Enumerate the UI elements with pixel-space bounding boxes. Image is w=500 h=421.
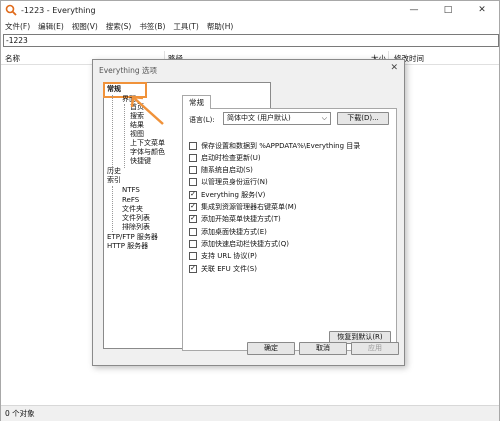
option-row[interactable]: ✓ 集成到资源管理器右键菜单(M) (189, 201, 297, 212)
option-label: 以管理员身份运行(N) (201, 177, 268, 186)
language-value: 简体中文 (用户默认) (227, 114, 291, 122)
menu-bar: 文件(F) 编辑(E) 视图(V) 搜索(S) 书签(B) 工具(T) 帮助(H… (1, 19, 499, 33)
tree-item-results[interactable]: 结果 (130, 121, 144, 130)
option-row[interactable]: ✓ 关联 EFU 文件(S) (189, 263, 257, 274)
everything-app-icon (5, 4, 17, 16)
option-row[interactable]: 支持 URL 协议(P) (189, 250, 257, 261)
option-row[interactable]: 保存设置和数据到 %APPDATA%\Everything 目录 (189, 140, 360, 151)
tree-item-general[interactable]: 常规 (107, 85, 121, 94)
minimize-icon[interactable]: — (397, 1, 431, 19)
checkbox-icon[interactable] (189, 153, 197, 162)
status-bar: 0 个对象 (1, 405, 499, 421)
dialog-footer: 确定 取消 应用 (93, 340, 404, 360)
tree-item-exclude[interactable]: 排除列表 (122, 223, 150, 232)
dialog-close-icon[interactable]: ✕ (390, 63, 398, 73)
tab-body: 语言(L): 简体中文 (用户默认) ⌵ 下载(D)... 保存设置和数据到 %… (182, 108, 397, 351)
tree-item-refs[interactable]: ReFS (122, 196, 139, 205)
option-row[interactable]: ✓ Everything 服务(V) (189, 189, 265, 200)
download-button[interactable]: 下载(D)... (337, 112, 389, 125)
menu-help[interactable]: 帮助(H) (203, 21, 238, 32)
checkbox-icon[interactable] (189, 165, 197, 174)
menu-edit[interactable]: 编辑(E) (34, 21, 68, 32)
option-label: 启动时检查更新(U) (201, 153, 261, 162)
option-label: 随系统自启动(S) (201, 165, 253, 174)
option-label: 添加开始菜单快捷方式(T) (201, 214, 281, 223)
apply-button[interactable]: 应用 (351, 342, 399, 355)
tree-item-home[interactable]: 首页 (130, 103, 144, 112)
option-label: 添加快速启动栏快捷方式(Q) (201, 239, 289, 248)
menu-bookmarks[interactable]: 书签(B) (135, 21, 169, 32)
option-row[interactable]: ✓ 添加开始菜单快捷方式(T) (189, 213, 281, 224)
options-dialog: Everything 选项 ✕ 常规 界面 首页 搜索 结果 视图 上下文菜单 … (92, 59, 405, 366)
checkbox-icon[interactable] (189, 251, 197, 260)
tree-item-etp-server[interactable]: ETP/FTP 服务器 (107, 233, 158, 242)
tree-item-search[interactable]: 搜索 (130, 112, 144, 121)
tree-item-history[interactable]: 历史 (107, 167, 121, 176)
tree-item-http-server[interactable]: HTTP 服务器 (107, 242, 148, 251)
option-label: 保存设置和数据到 %APPDATA%\Everything 目录 (201, 141, 361, 150)
tree-item-folders[interactable]: 文件夹 (122, 205, 143, 214)
dialog-title: Everything 选项 (99, 66, 157, 75)
window-title: -1223 - Everything (21, 5, 96, 15)
close-icon[interactable]: ✕ (465, 1, 499, 19)
tab-general[interactable]: 常规 (182, 95, 211, 109)
tree-item-context-menu[interactable]: 上下文菜单 (130, 139, 165, 148)
menu-search[interactable]: 搜索(S) (102, 21, 136, 32)
menu-file[interactable]: 文件(F) (1, 21, 34, 32)
checkbox-icon[interactable] (189, 177, 197, 186)
tree-item-fonts-colors[interactable]: 字体与颜色 (130, 148, 165, 157)
checkbox-icon[interactable] (189, 239, 197, 248)
language-select[interactable]: 简体中文 (用户默认) ⌵ (223, 112, 331, 125)
checkbox-checked-icon[interactable]: ✓ (189, 190, 197, 199)
option-row[interactable]: 添加桌面快捷方式(E) (189, 226, 267, 237)
language-label: 语言(L): (189, 116, 215, 124)
chevron-down-icon: ⌵ (321, 114, 327, 122)
option-label: 集成到资源管理器右键菜单(M) (201, 202, 297, 211)
option-row[interactable]: 以管理员身份运行(N) (189, 176, 268, 187)
checkbox-icon[interactable] (189, 227, 197, 236)
option-label: Everything 服务(V) (201, 190, 266, 199)
search-input[interactable]: -1223 (3, 34, 499, 47)
maximize-icon[interactable]: □ (431, 1, 465, 19)
option-row[interactable]: 随系统自启动(S) (189, 164, 253, 175)
tree-item-ntfs[interactable]: NTFS (122, 186, 140, 195)
checkbox-icon[interactable] (189, 141, 197, 150)
checkbox-checked-icon[interactable]: ✓ (189, 214, 197, 223)
ok-button[interactable]: 确定 (247, 342, 295, 355)
title-bar: -1223 - Everything — □ ✕ (1, 1, 499, 19)
option-label: 添加桌面快捷方式(E) (201, 227, 267, 236)
column-name[interactable]: 名称 (5, 53, 20, 64)
tree-item-file-list[interactable]: 文件列表 (122, 214, 150, 223)
option-row[interactable]: 添加快速启动栏快捷方式(Q) (189, 238, 289, 249)
tree-item-view[interactable]: 视图 (130, 130, 144, 139)
cancel-button[interactable]: 取消 (299, 342, 347, 355)
tree-item-hotkeys[interactable]: 快捷键 (130, 157, 151, 166)
option-row[interactable]: 启动时检查更新(U) (189, 152, 261, 163)
checkbox-checked-icon[interactable]: ✓ (189, 202, 197, 211)
tree-item-index[interactable]: 索引 (107, 176, 121, 185)
option-label: 支持 URL 协议(P) (201, 251, 258, 260)
menu-view[interactable]: 视图(V) (68, 21, 102, 32)
option-label: 关联 EFU 文件(S) (201, 264, 257, 273)
checkbox-checked-icon[interactable]: ✓ (189, 264, 197, 273)
menu-tools[interactable]: 工具(T) (169, 21, 202, 32)
